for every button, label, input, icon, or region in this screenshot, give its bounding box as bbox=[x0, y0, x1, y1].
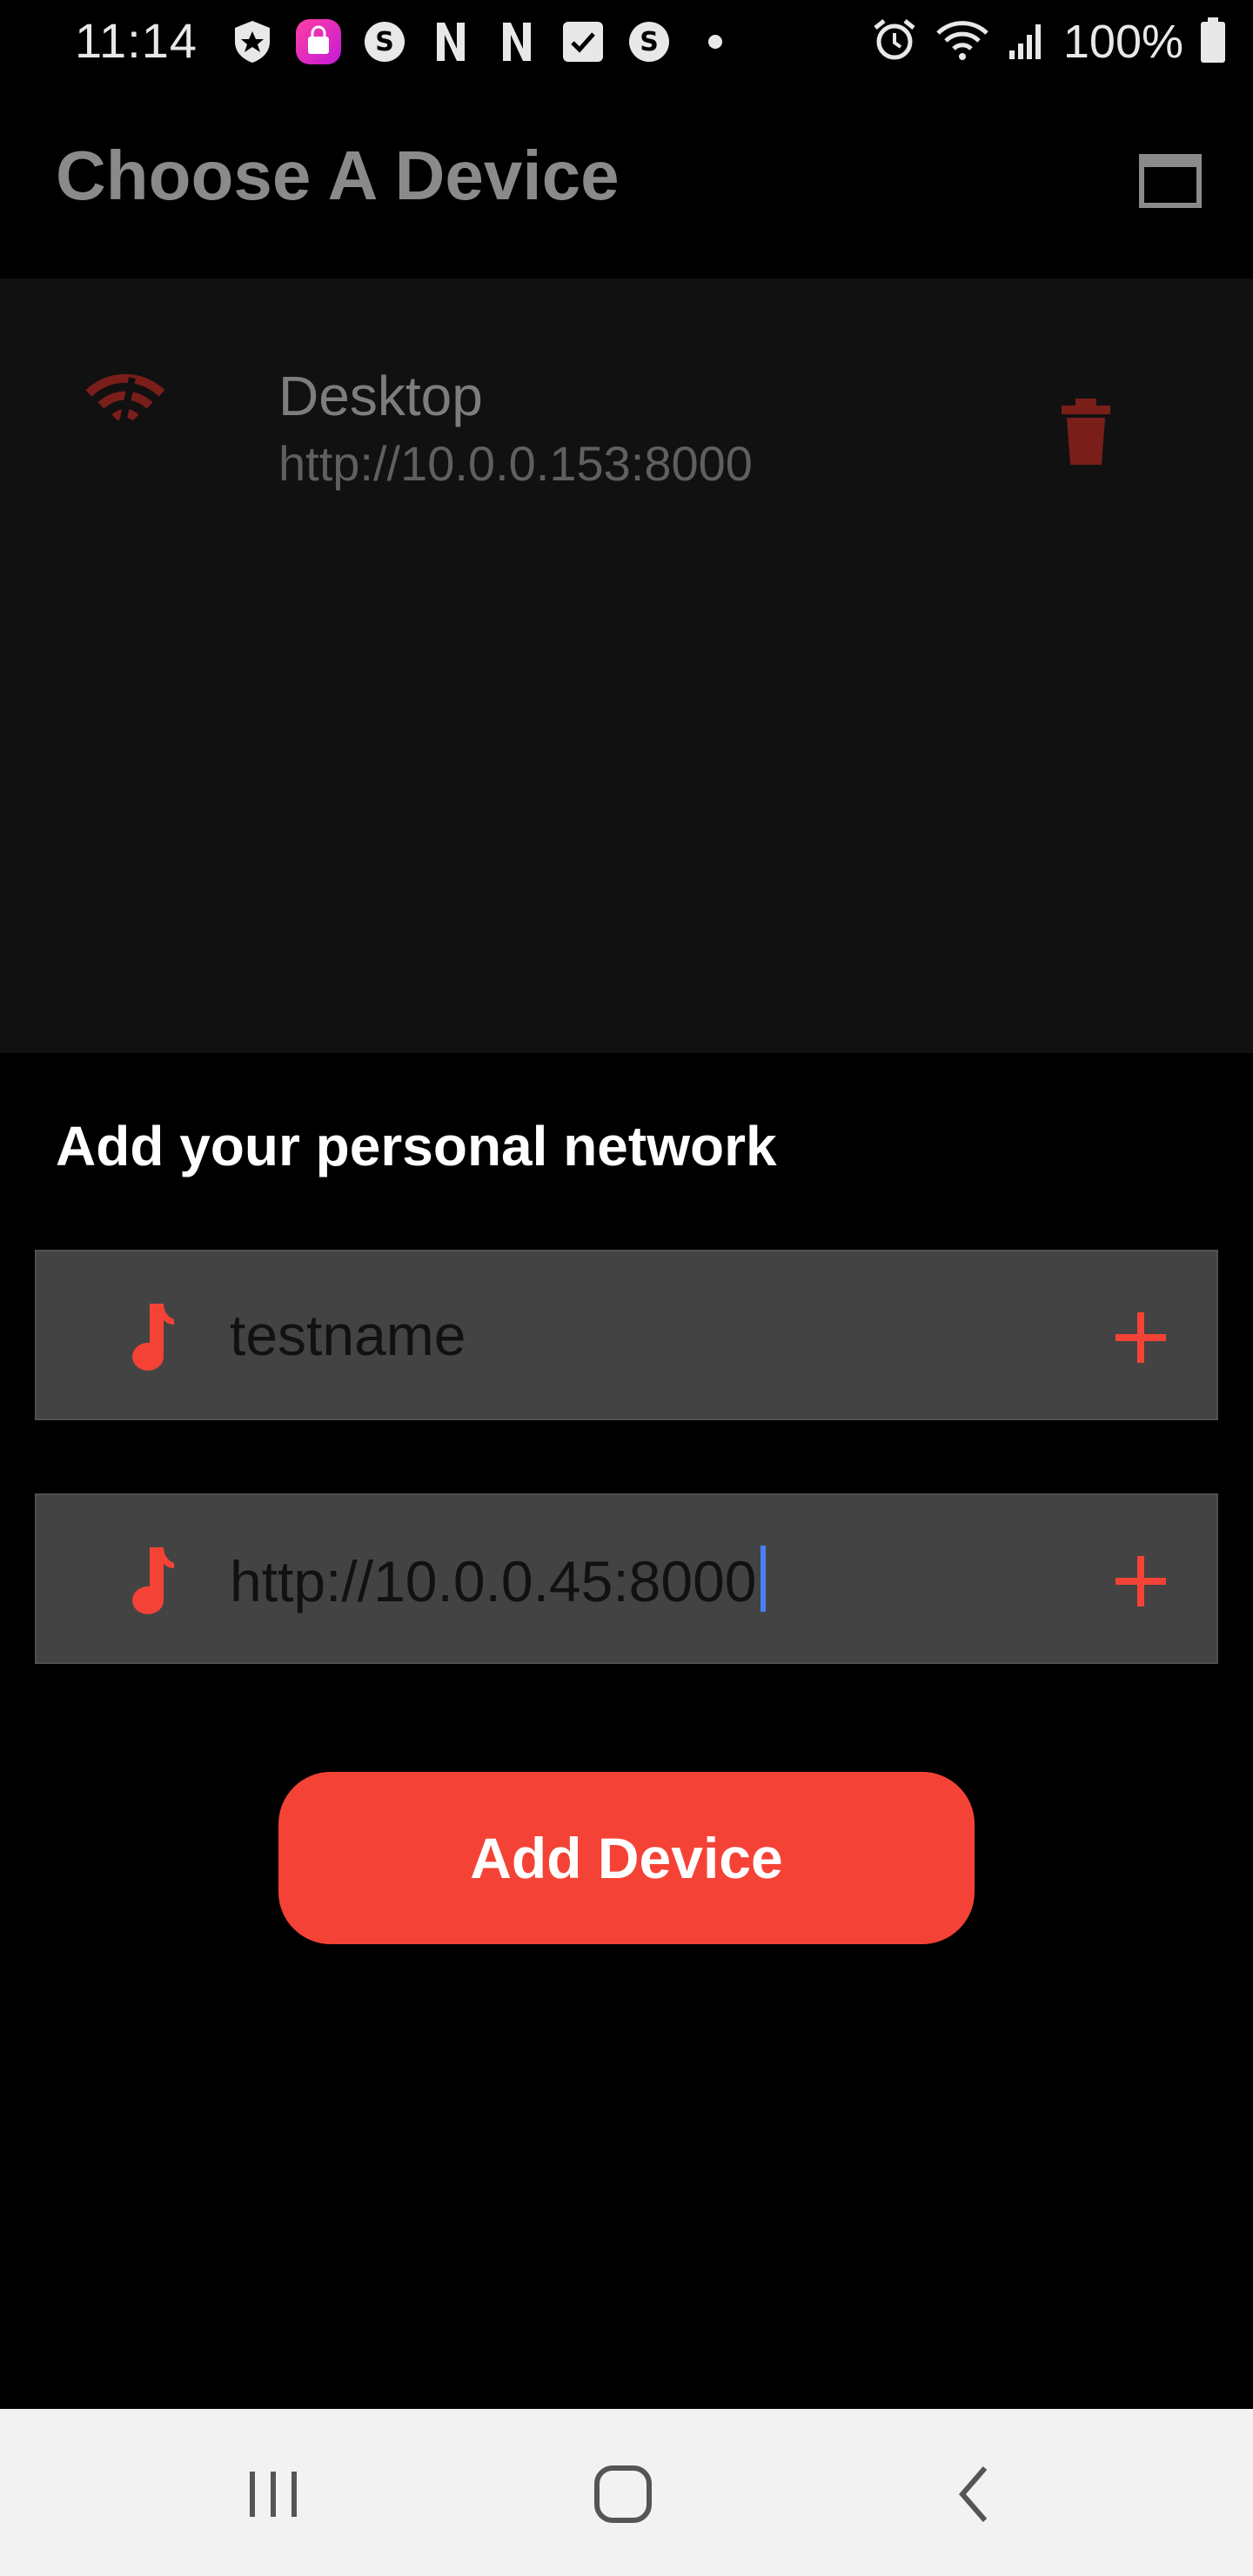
page-title: Choose A Device bbox=[56, 137, 620, 214]
device-name: Desktop bbox=[278, 365, 483, 427]
s-circle-icon: S bbox=[625, 17, 673, 66]
dot-icon bbox=[691, 17, 740, 66]
device-url-value: http://10.0.0.45:8000 bbox=[230, 1549, 757, 1613]
device-item[interactable]: Desktop http://10.0.0.153:8000 bbox=[0, 278, 1253, 540]
app-bar: Choose A Device bbox=[0, 87, 1253, 278]
shield-icon bbox=[228, 17, 277, 66]
device-list: Desktop http://10.0.0.153:8000 bbox=[0, 278, 1253, 1053]
window-icon[interactable] bbox=[1138, 153, 1203, 209]
system-nav-bar bbox=[0, 2409, 1253, 2576]
battery-percent: 100% bbox=[1062, 16, 1183, 68]
device-name-input[interactable]: testname bbox=[230, 1302, 466, 1368]
status-time: 11:14 bbox=[75, 13, 198, 68]
music-note-icon bbox=[120, 1542, 183, 1620]
trash-icon[interactable] bbox=[1058, 397, 1114, 466]
music-note-icon bbox=[120, 1298, 183, 1377]
add-network-title: Add your personal network bbox=[56, 1115, 777, 1177]
status-bar: 11:14 S S 100% bbox=[0, 0, 1253, 87]
s-circle-icon: S bbox=[360, 17, 409, 66]
checkbox-icon bbox=[559, 17, 607, 66]
alarm-icon bbox=[870, 16, 919, 69]
plus-icon[interactable] bbox=[1110, 1307, 1171, 1368]
home-icon[interactable] bbox=[580, 2452, 667, 2536]
notification-icons: S S bbox=[228, 17, 740, 66]
wifi-icon bbox=[84, 369, 167, 432]
svg-text:S: S bbox=[375, 27, 394, 57]
recent-apps-icon[interactable] bbox=[230, 2452, 317, 2536]
netflix-n-icon bbox=[492, 17, 541, 66]
back-icon[interactable] bbox=[931, 2452, 1018, 2536]
plus-icon[interactable] bbox=[1110, 1551, 1171, 1612]
wifi-icon bbox=[935, 17, 990, 67]
svg-text:S: S bbox=[640, 27, 659, 57]
device-url: http://10.0.0.153:8000 bbox=[278, 436, 753, 491]
netflix-n-icon bbox=[426, 17, 475, 66]
device-url-field[interactable]: http://10.0.0.45:8000 bbox=[35, 1493, 1218, 1664]
text-caret bbox=[760, 1546, 766, 1612]
signal-icon bbox=[1006, 17, 1048, 67]
add-device-button[interactable]: Add Device bbox=[278, 1772, 975, 1944]
shopping-bag-icon bbox=[294, 17, 343, 66]
device-url-input[interactable]: http://10.0.0.45:8000 bbox=[230, 1546, 766, 1614]
battery-icon bbox=[1199, 16, 1227, 69]
system-icons: 100% bbox=[870, 14, 1227, 70]
device-name-field[interactable]: testname bbox=[35, 1250, 1218, 1420]
